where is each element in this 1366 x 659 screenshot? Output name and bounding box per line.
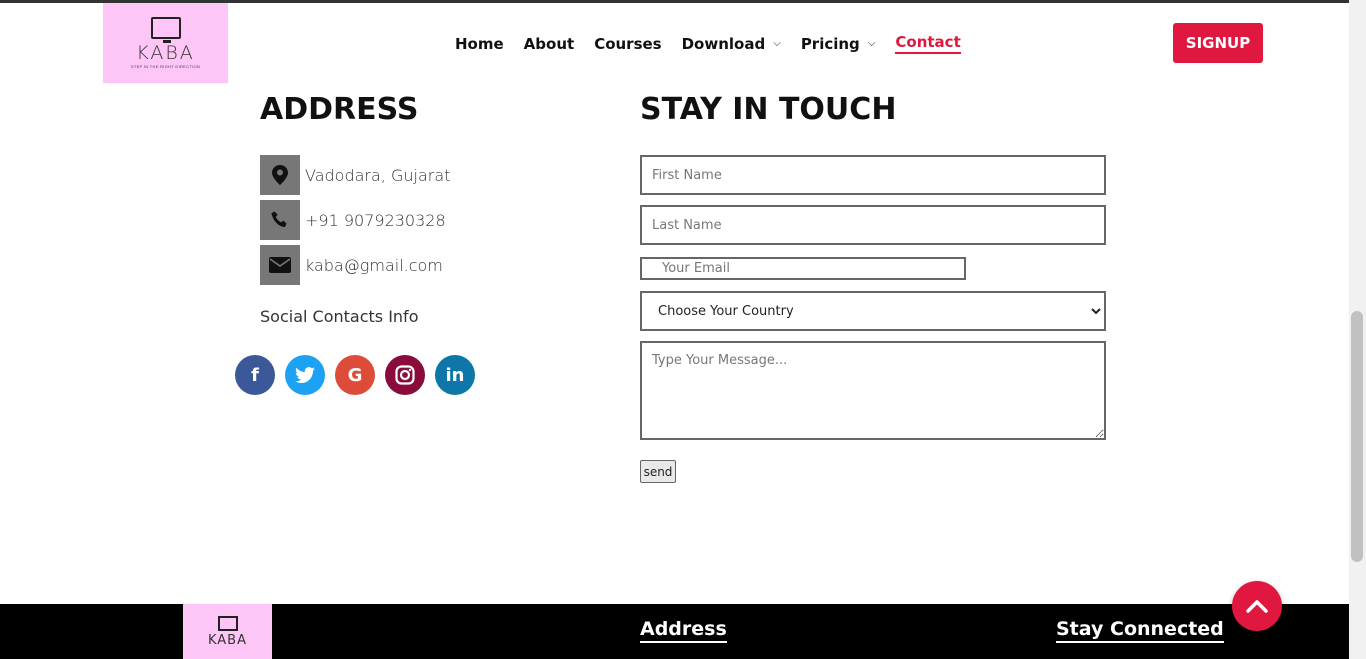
footer-address-heading: Address (640, 618, 727, 643)
monitor-icon (150, 17, 181, 43)
google-icon[interactable]: G (335, 355, 375, 395)
nav-home[interactable]: Home (455, 33, 504, 54)
chevron-down-icon: ⌵ (773, 38, 781, 49)
nav-contact[interactable]: Contact (895, 33, 961, 54)
email-row: kaba@gmail.com (260, 245, 443, 285)
nav-about-label: About (523, 34, 575, 53)
signup-button[interactable]: SIGNUP (1173, 23, 1263, 63)
stay-in-touch-heading: STAY IN TOUCH (640, 92, 897, 127)
brand-logo[interactable]: KABA STEP IN THE RIGHT DIRECTION (103, 3, 228, 83)
facebook-icon[interactable]: f (235, 355, 275, 395)
envelope-icon (260, 245, 300, 285)
phone-text: +91 9079230328 (305, 210, 446, 230)
linkedin-icon[interactable]: in (435, 355, 475, 395)
nav-home-label: Home (455, 34, 504, 53)
nav-courses-label: Courses (594, 34, 662, 53)
email-text: kaba@gmail.com (305, 255, 443, 275)
phone-icon (260, 200, 300, 240)
nav-courses[interactable]: Courses (594, 33, 661, 54)
nav-download[interactable]: Download ⌵ (682, 33, 781, 54)
last-name-input[interactable] (640, 205, 1106, 245)
country-select[interactable]: Choose Your Country (640, 291, 1106, 331)
message-textarea[interactable] (640, 341, 1106, 440)
map-pin-icon (260, 155, 300, 195)
footer-brand-name: KABA (207, 632, 247, 648)
twitter-icon[interactable] (285, 355, 325, 395)
footer-logo[interactable]: KABA (183, 604, 272, 659)
nav-download-label: Download (681, 34, 766, 53)
email-input[interactable] (640, 257, 966, 280)
nav-contact-label: Contact (895, 33, 961, 51)
social-links: f G in (235, 355, 475, 395)
nav-pricing-label: Pricing (800, 34, 860, 53)
monitor-icon (217, 615, 238, 631)
social-label: Social Contacts Info (260, 307, 419, 326)
scrollbar-thumb[interactable] (1351, 311, 1363, 562)
phone-row: +91 9079230328 (260, 200, 446, 240)
location-row: Vadodara, Gujarat (260, 155, 450, 195)
location-text: Vadodara, Gujarat (305, 165, 451, 185)
first-name-input[interactable] (640, 155, 1106, 195)
instagram-icon[interactable] (385, 355, 425, 395)
address-heading: ADDRESS (260, 92, 419, 127)
footer: KABA Address Stay Connected (0, 604, 1349, 659)
nav-about[interactable]: About (524, 33, 575, 54)
main-nav: Home About Courses Download ⌵ Pricing ⌵ Co… (455, 33, 981, 54)
footer-stay-connected-heading: Stay Connected (1056, 618, 1224, 643)
scroll-to-top-button[interactable] (1232, 581, 1282, 631)
brand-name: KABA (136, 42, 195, 64)
chevron-down-icon: ⌵ (867, 38, 876, 49)
page-scrollbar[interactable] (1349, 0, 1366, 659)
chevron-up-icon (1246, 600, 1268, 613)
nav-pricing[interactable]: Pricing ⌵ (801, 33, 876, 54)
brand-tagline: STEP IN THE RIGHT DIRECTION (130, 64, 201, 69)
send-button[interactable]: send (640, 460, 676, 483)
